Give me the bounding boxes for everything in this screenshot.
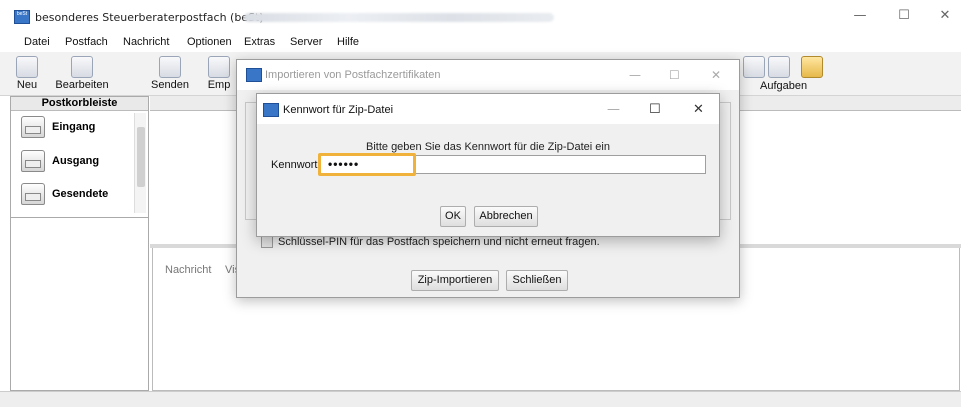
menubar: Datei Postfach Nachricht Optionen Extras… — [0, 32, 961, 52]
menu-optionen[interactable]: Optionen — [187, 36, 232, 48]
password-prompt: Bitte geben Sie das Kennwort für die Zip… — [366, 141, 610, 153]
status-bar — [0, 391, 961, 407]
sent-icon — [21, 183, 45, 205]
menu-server[interactable]: Server — [290, 36, 322, 48]
password-maximize-button[interactable]: ☐ — [649, 102, 661, 117]
import-dialog-titlebar: Importieren von Postfachzertifikaten — ☐… — [237, 60, 739, 90]
maximize-button[interactable]: ☐ — [896, 9, 912, 23]
cancel-button[interactable]: Abbrechen — [474, 206, 538, 227]
password-close-button[interactable]: ✕ — [693, 102, 704, 117]
new-button[interactable]: Neu — [12, 54, 42, 94]
postkorb-sidebar: Postkorbleiste Eingang Ausgang Gesendete — [10, 96, 149, 391]
send-icon — [159, 56, 181, 78]
send-button[interactable]: Senden — [148, 54, 192, 94]
inbox-icon — [21, 116, 45, 138]
import-close-button[interactable]: ✕ — [711, 68, 721, 82]
tools-icon — [768, 56, 790, 78]
receive-icon — [208, 56, 230, 78]
password-minimize-button[interactable]: — — [607, 102, 620, 117]
sidebar-scrollbar[interactable] — [134, 113, 146, 213]
menu-nachricht[interactable]: Nachricht — [123, 36, 169, 48]
sidebar-item-gesendete[interactable]: Gesendete — [19, 181, 139, 211]
menu-extras[interactable]: Extras — [244, 36, 275, 48]
app-logo-icon: beSt — [14, 10, 30, 24]
password-dialog-title: Kennwort für Zip-Datei — [283, 104, 394, 116]
password-dialog-titlebar: Kennwort für Zip-Datei — ☐ ✕ — [257, 94, 719, 124]
sidebar-item-ausgang[interactable]: Ausgang — [19, 148, 139, 178]
close-import-button[interactable]: Schließen — [506, 270, 568, 291]
dialog-app-icon — [246, 68, 262, 82]
sidebar-item-eingang[interactable]: Eingang — [19, 114, 139, 144]
import-minimize-button[interactable]: — — [629, 68, 641, 82]
tab-nachricht[interactable]: Nachricht — [165, 264, 211, 276]
new-message-icon — [16, 56, 38, 78]
window-titlebar: beSt besonderes Steuerberaterpostfach (b… — [0, 0, 961, 32]
password-label: Kennwort — [271, 159, 318, 171]
menu-datei[interactable]: Datei — [24, 36, 50, 48]
window-title: besonderes Steuerberaterpostfach (beSt) — [35, 11, 264, 24]
edit-icon — [71, 56, 93, 78]
save-pin-checkbox[interactable] — [261, 236, 273, 248]
ok-button[interactable]: OK — [440, 206, 466, 227]
password-field-highlight — [318, 153, 416, 176]
sidebar-header: Postkorbleiste — [11, 97, 148, 111]
menu-postfach[interactable]: Postfach — [65, 36, 108, 48]
receive-button[interactable]: Emp — [204, 54, 234, 94]
save-pin-label: Schlüssel-PIN für das Postfach speichern… — [278, 236, 600, 248]
folder-icon — [801, 56, 823, 78]
outbox-icon — [21, 150, 45, 172]
import-dialog-title: Importieren von Postfachzertifikaten — [265, 69, 441, 81]
sidebar-scroll-thumb[interactable] — [137, 127, 145, 187]
minimize-button[interactable]: — — [852, 9, 868, 23]
import-maximize-button[interactable]: ☐ — [669, 68, 680, 82]
tasks-label[interactable]: Aufgaben — [760, 80, 807, 92]
blurred-title-text — [244, 13, 554, 22]
dialog-app-icon — [263, 103, 279, 117]
zip-import-button[interactable]: Zip-Importieren — [411, 270, 499, 291]
sidebar-divider — [11, 217, 148, 218]
print-icon — [743, 56, 765, 78]
close-button[interactable]: ✕ — [937, 9, 953, 23]
edit-button[interactable]: Bearbeiten — [52, 54, 112, 94]
menu-hilfe[interactable]: Hilfe — [337, 36, 359, 48]
